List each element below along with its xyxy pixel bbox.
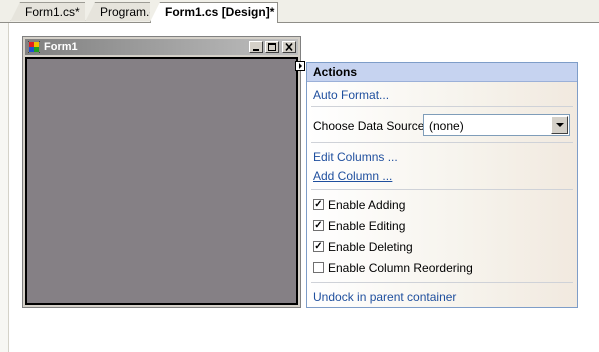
minimize-button[interactable]: [249, 41, 263, 53]
form-window[interactable]: Form1: [22, 36, 301, 308]
checkbox-label: Enable Editing: [328, 219, 406, 233]
smart-tag-arrow-icon: [299, 63, 302, 69]
auto-format-link[interactable]: Auto Format...: [313, 88, 389, 102]
checkbox-label: Enable Column Reordering: [328, 261, 473, 275]
data-source-dropdown[interactable]: (none): [423, 114, 570, 136]
checkbox-label: Enable Deleting: [328, 240, 413, 254]
edit-columns-link[interactable]: Edit Columns ...: [313, 150, 398, 164]
form-window-icon: [28, 41, 40, 53]
data-source-label: Choose Data Source: [313, 119, 425, 133]
checkbox-box[interactable]: ✓: [313, 220, 324, 231]
form-title-bar[interactable]: Form1: [25, 39, 298, 55]
tab-program-cs[interactable]: Program.cs: [85, 2, 161, 22]
data-source-value: (none): [429, 119, 464, 133]
actions-panel: Actions Auto Format... Choose Data Sourc…: [306, 62, 578, 308]
checkbox-box[interactable]: ✓: [313, 199, 324, 210]
add-column-link[interactable]: Add Column ...: [313, 169, 392, 183]
separator: [311, 142, 573, 143]
smart-tag-button[interactable]: [295, 61, 305, 71]
datagridview-control[interactable]: [25, 57, 298, 305]
separator: [311, 189, 573, 190]
form-client-area: [25, 57, 298, 305]
tab-form1-cs[interactable]: Form1.cs*: [10, 2, 87, 22]
document-tab-strip: Form1.cs* Program.cs Form1.cs [Design]*: [0, 0, 599, 23]
form-title: Form1: [44, 41, 78, 53]
chevron-down-icon[interactable]: [551, 116, 568, 134]
maximize-button[interactable]: [265, 41, 279, 53]
actions-header: Actions: [307, 63, 577, 82]
left-gutter: [0, 23, 9, 352]
checkbox-label: Enable Adding: [328, 198, 406, 212]
tab-label: Form1.cs*: [25, 5, 80, 19]
checkbox-box[interactable]: [313, 262, 324, 273]
checkbox-box[interactable]: ✓: [313, 241, 324, 252]
separator: [311, 106, 573, 107]
close-icon: [285, 42, 293, 52]
tab-label: Form1.cs [Design]*: [165, 5, 275, 19]
maximize-icon: [268, 43, 276, 51]
tab-form1-design[interactable]: Form1.cs [Design]*: [150, 2, 278, 23]
close-button[interactable]: [282, 41, 296, 53]
separator: [311, 282, 573, 283]
minimize-icon: [253, 49, 259, 51]
undock-link[interactable]: Undock in parent container: [313, 290, 456, 304]
